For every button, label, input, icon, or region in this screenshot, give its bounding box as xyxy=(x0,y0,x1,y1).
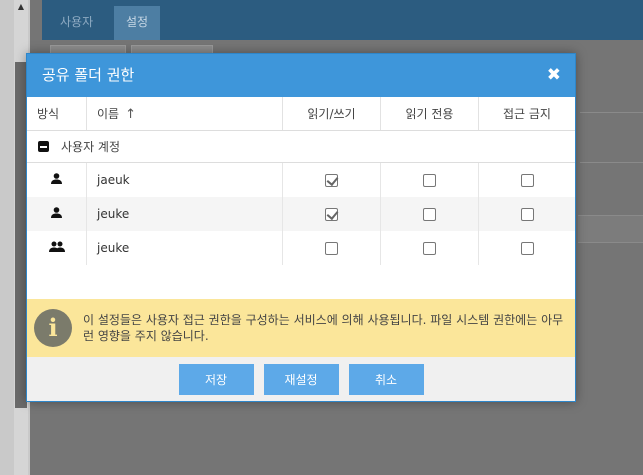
deny-cell xyxy=(479,231,575,265)
column-header-read-write[interactable]: 읽기/쓰기 xyxy=(283,97,381,130)
notice-text: 이 설정들은 사용자 접근 권한을 구성하는 서비스에 의해 사용됩니다. 파일… xyxy=(83,313,564,343)
table-row: jaeuk xyxy=(27,163,575,197)
permissions-table-body: jaeuk jeuke jeuke xyxy=(27,163,575,265)
table-row: jeuke xyxy=(27,231,575,265)
dialog-title: 공유 폴더 권한 xyxy=(42,66,135,84)
read-write-cell xyxy=(283,231,381,265)
read-only-checkbox[interactable] xyxy=(423,207,436,221)
account-name: jeuke xyxy=(87,231,283,265)
user-icon xyxy=(50,207,63,221)
deny-cell xyxy=(479,197,575,231)
table-row: jeuke xyxy=(27,197,575,231)
read-write-cell xyxy=(283,163,381,197)
background-divider xyxy=(580,112,643,113)
read-write-cell xyxy=(283,197,381,231)
read-write-checkbox[interactable] xyxy=(325,207,338,221)
group-header-user-accounts[interactable]: 사용자 계정 xyxy=(27,131,575,163)
dialog-footer: 저장 재설정 취소 xyxy=(27,357,575,401)
read-write-checkbox[interactable] xyxy=(325,241,338,255)
deny-cell xyxy=(479,163,575,197)
background-divider xyxy=(580,162,643,163)
read-write-checkbox[interactable] xyxy=(325,173,338,187)
close-icon[interactable]: ✖ xyxy=(547,54,561,97)
save-button[interactable]: 저장 xyxy=(178,363,254,395)
column-header-deny[interactable]: 접근 금지 xyxy=(479,97,575,130)
read-only-checkbox[interactable] xyxy=(423,241,436,255)
account-name: jeuke xyxy=(87,197,283,231)
group-icon xyxy=(48,241,65,255)
account-type-cell xyxy=(27,197,87,231)
read-only-checkbox[interactable] xyxy=(423,173,436,187)
column-header-type[interactable]: 방식 xyxy=(27,97,87,130)
column-header-name[interactable]: 이름 ↑ xyxy=(87,97,283,130)
read-only-cell xyxy=(381,197,479,231)
background-tab-settings[interactable]: 설정 xyxy=(114,6,161,40)
read-only-cell xyxy=(381,231,479,265)
sort-ascending-icon[interactable]: ↑ xyxy=(125,107,136,122)
column-header-read-only[interactable]: 읽기 전용 xyxy=(381,97,479,130)
account-name: jaeuk xyxy=(87,163,283,197)
reset-button[interactable]: 재설정 xyxy=(263,363,339,395)
deny-checkbox[interactable] xyxy=(520,173,534,187)
deny-checkbox[interactable] xyxy=(520,241,534,255)
background-tab-users[interactable]: 사용자 xyxy=(48,6,105,40)
user-icon xyxy=(50,173,63,187)
column-header-name-label: 이름 xyxy=(97,107,120,121)
background-row xyxy=(578,215,643,243)
background-header: 사용자 설정 xyxy=(42,0,643,40)
cancel-button[interactable]: 취소 xyxy=(348,363,424,395)
info-icon: i xyxy=(34,309,72,347)
account-type-cell xyxy=(27,231,87,265)
group-label: 사용자 계정 xyxy=(61,139,121,154)
shared-folder-permissions-dialog: 공유 폴더 권한 ✖ 방식 이름 ↑ 읽기/쓰기 읽기 전용 접근 금지 사용자 … xyxy=(26,53,576,402)
dialog-title-bar: 공유 폴더 권한 ✖ xyxy=(27,54,575,97)
permissions-table-header: 방식 이름 ↑ 읽기/쓰기 읽기 전용 접근 금지 xyxy=(27,97,575,131)
scroll-up-arrow-icon[interactable]: ▲ xyxy=(14,0,28,14)
info-notice: i 이 설정들은 사용자 접근 권한을 구성하는 서비스에 의해 사용됩니다. … xyxy=(27,299,575,357)
deny-checkbox[interactable] xyxy=(520,207,534,221)
collapse-icon[interactable] xyxy=(38,141,49,152)
account-type-cell xyxy=(27,163,87,197)
read-only-cell xyxy=(381,163,479,197)
